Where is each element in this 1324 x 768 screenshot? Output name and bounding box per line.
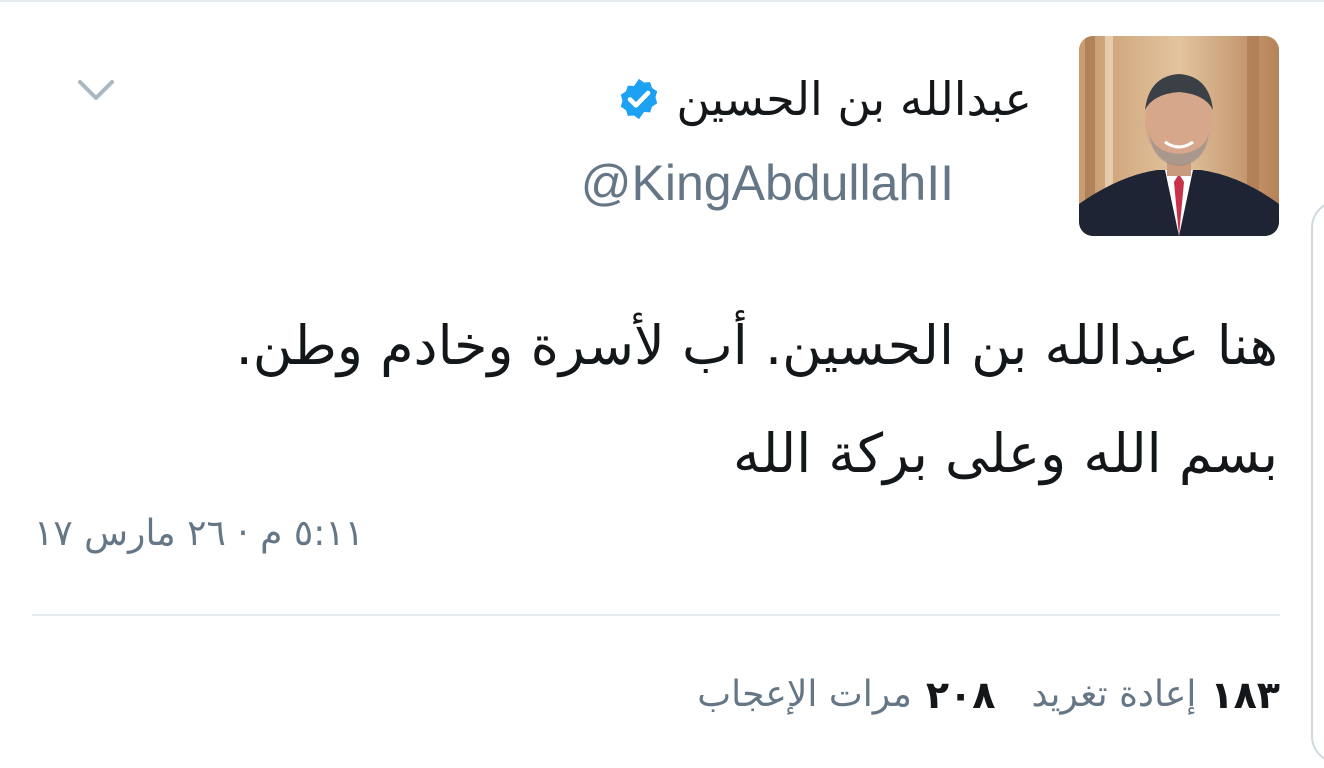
- user-handle[interactable]: @KingAbdullahII: [581, 158, 954, 208]
- user-name-row[interactable]: عبدالله بن الحسين: [616, 64, 1032, 134]
- likes-label: مرات الإعجاب: [697, 674, 912, 715]
- tweet-stats: ١٨٣ إعادة تغريد ٢٠٨ مرات الإعجاب: [697, 676, 1280, 714]
- chevron-down-icon[interactable]: [74, 74, 118, 108]
- tweet-detail: عبدالله بن الحسين @KingAbdullahII هنا عب…: [0, 0, 1324, 768]
- verified-badge-icon: [621, 78, 658, 120]
- tweet-text: هنا عبدالله بن الحسين. أب لأسرة وخادم وط…: [48, 292, 1278, 508]
- tweet-timestamp[interactable]: ٥:١١ م · ٢٦ مارس ١٧: [34, 516, 364, 552]
- retweets-label: إعادة تغريد: [1031, 674, 1197, 715]
- likes-count: ٢٠٨: [925, 673, 996, 717]
- side-panel-edge: [1311, 200, 1324, 764]
- display-name[interactable]: عبدالله بن الحسين: [676, 76, 1032, 122]
- likes-stat[interactable]: ٢٠٨ مرات الإعجاب: [697, 676, 995, 714]
- divider: [32, 614, 1280, 616]
- profile-photo: [1079, 36, 1279, 236]
- tweet-text-line: هنا عبدالله بن الحسين. أب لأسرة وخادم وط…: [235, 314, 1278, 377]
- avatar[interactable]: [1079, 36, 1279, 236]
- tweet-text-line: بسم الله وعلى بركة الله: [732, 422, 1278, 485]
- top-divider: [0, 0, 1324, 2]
- retweets-count: ١٨٣: [1210, 673, 1280, 717]
- retweets-stat[interactable]: ١٨٣ إعادة تغريد: [1031, 676, 1280, 714]
